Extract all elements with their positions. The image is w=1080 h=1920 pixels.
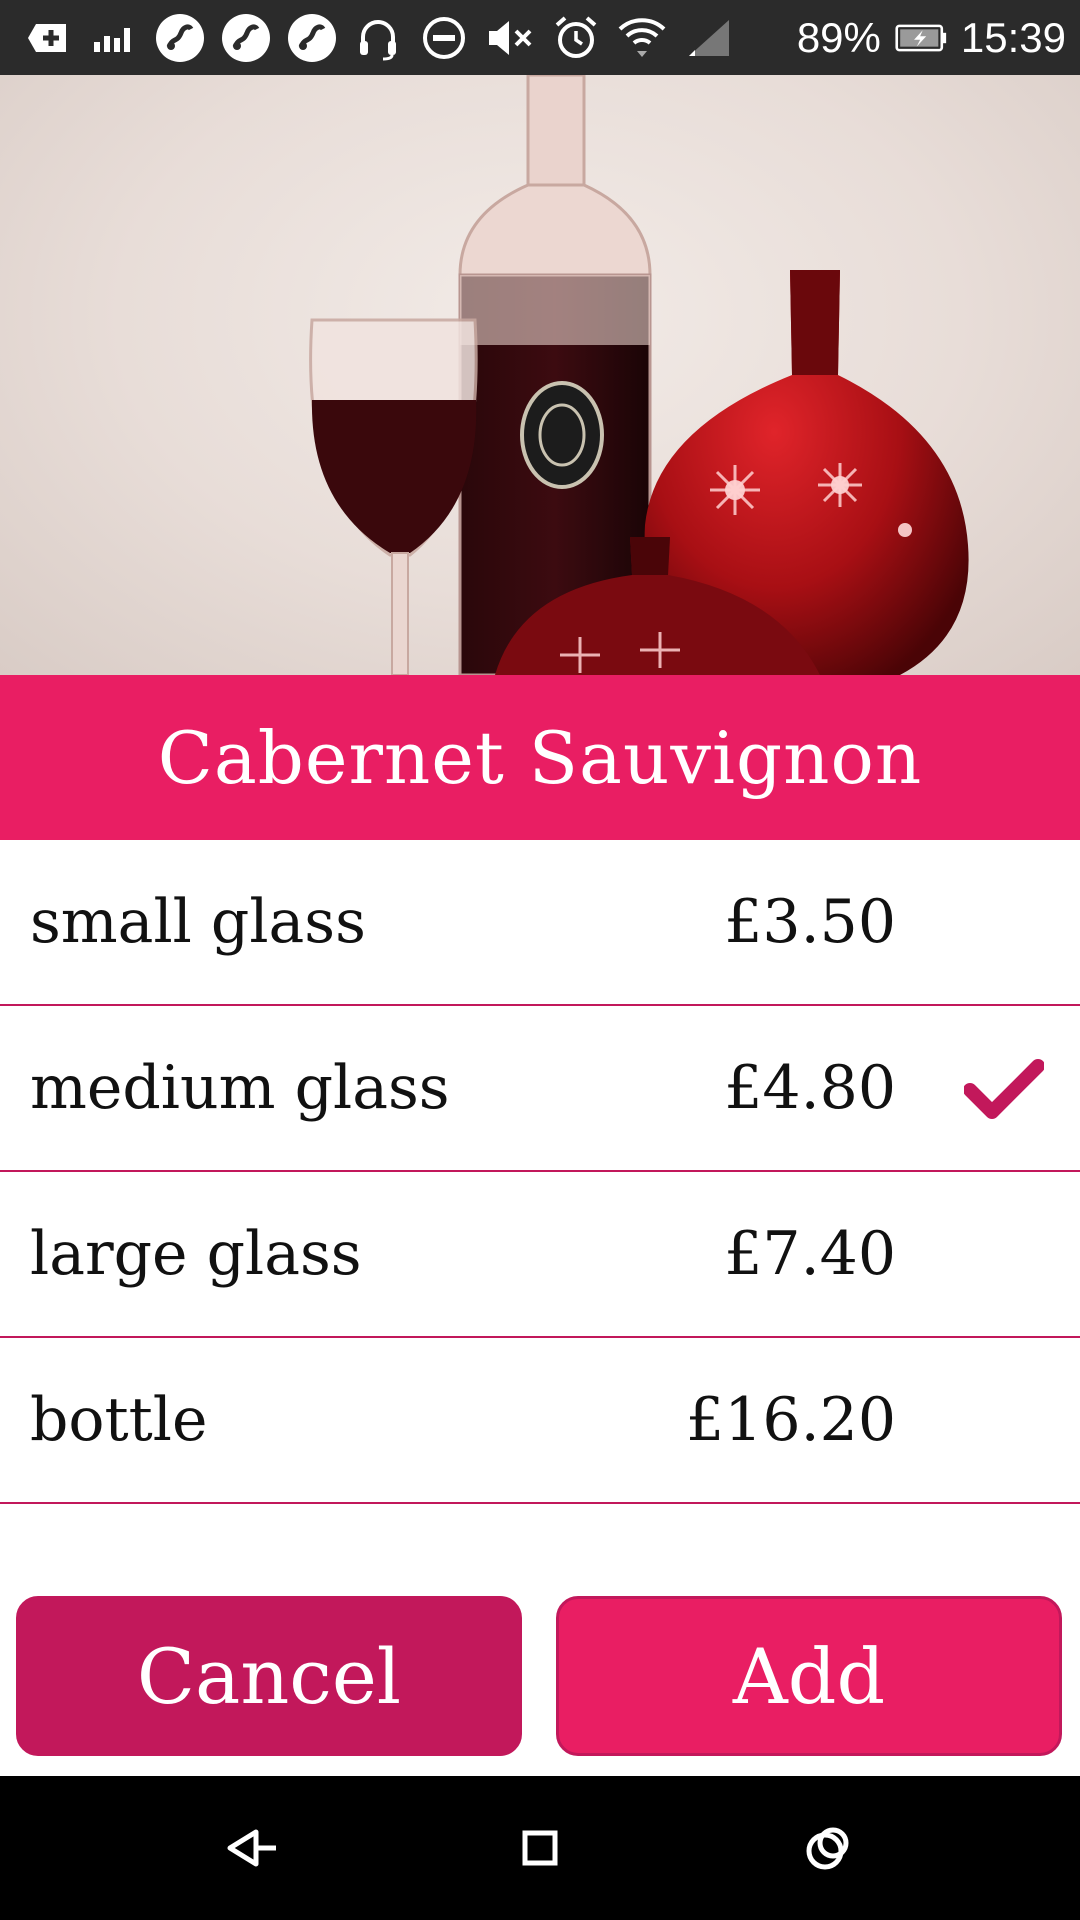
headset-icon: [352, 12, 404, 64]
option-label: large glass: [30, 1219, 362, 1289]
signal-bars-icon: [88, 12, 140, 64]
option-price: £16.20: [686, 1385, 896, 1455]
navigation-bar: [0, 1776, 1080, 1920]
status-bar-right: 89% 15:39: [797, 0, 1066, 75]
alarm-icon: [550, 12, 602, 64]
battery-charging-icon: [895, 12, 947, 64]
app-icon: [154, 12, 206, 64]
status-bar-left: [22, 0, 734, 75]
add-button[interactable]: Add: [556, 1596, 1062, 1756]
back-icon[interactable]: [212, 1808, 292, 1888]
option-label: bottle: [30, 1385, 208, 1455]
mute-icon: [484, 12, 536, 64]
cancel-button[interactable]: Cancel: [16, 1596, 522, 1756]
do-not-disturb-icon: [418, 12, 470, 64]
cell-signal-icon: [682, 12, 734, 64]
option-price: £4.80: [724, 1053, 896, 1123]
clock: 15:39: [960, 13, 1066, 61]
option-label: small glass: [30, 887, 366, 957]
option-row-small-glass[interactable]: small glass £3.50: [0, 840, 1080, 1006]
app-icon: [220, 12, 272, 64]
size-options-list: small glass £3.50 medium glass £4.80 lar…: [0, 840, 1080, 1504]
product-title: Cabernet Sauvignon: [157, 715, 923, 800]
battery-percent: 89%: [796, 13, 881, 61]
option-price: £7.40: [724, 1219, 896, 1289]
option-label: medium glass: [30, 1053, 450, 1123]
option-row-large-glass[interactable]: large glass £7.40: [0, 1172, 1080, 1338]
checkmark-icon: [964, 1048, 1044, 1128]
add-box-icon: [22, 12, 74, 64]
home-icon[interactable]: [500, 1808, 580, 1888]
wifi-icon: [616, 12, 668, 64]
title-bar: Cabernet Sauvignon: [0, 675, 1080, 840]
product-image: [0, 75, 1080, 675]
recents-icon[interactable]: [788, 1808, 868, 1888]
app-icon: [286, 12, 338, 64]
option-row-medium-glass[interactable]: medium glass £4.80: [0, 1006, 1080, 1172]
option-price: £3.50: [724, 887, 896, 957]
status-bar: 89% 15:39: [0, 0, 1080, 75]
option-row-bottle[interactable]: bottle £16.20: [0, 1338, 1080, 1504]
